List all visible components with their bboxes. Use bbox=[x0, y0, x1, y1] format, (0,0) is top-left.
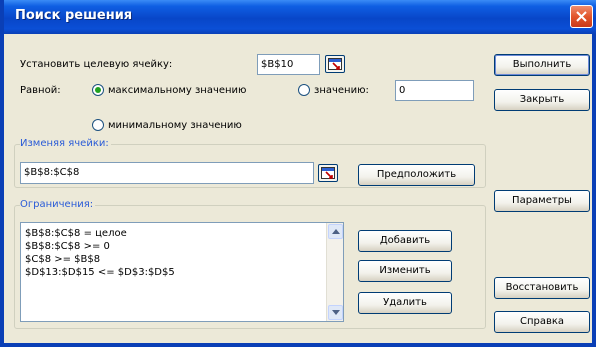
max-value-label: максимальному значению bbox=[108, 85, 247, 96]
changing-cells-label: Изменяя ячейки: bbox=[20, 138, 111, 150]
value-of-radio[interactable] bbox=[298, 84, 310, 96]
equal-to-label: Равной: bbox=[20, 85, 61, 96]
target-cell-picker-button[interactable] bbox=[325, 55, 345, 73]
scroll-up-button[interactable] bbox=[328, 224, 343, 239]
constraints-scrollbar[interactable] bbox=[326, 223, 343, 321]
changing-cells-input[interactable]: $B$8:$C$8 bbox=[20, 162, 314, 184]
scroll-down-button[interactable] bbox=[328, 305, 343, 320]
list-item[interactable]: $C$8 >= $B$8 bbox=[25, 254, 100, 266]
chevron-down-icon bbox=[332, 310, 340, 315]
changing-cells-picker-button[interactable] bbox=[318, 164, 338, 182]
list-item[interactable]: $D$13:$D$15 <= $D$3:$D$5 bbox=[25, 267, 175, 279]
list-item[interactable]: $B$8:$C$8 = целое bbox=[25, 228, 127, 240]
options-button[interactable]: Параметры bbox=[494, 190, 590, 212]
target-cell-input[interactable]: $B$10 bbox=[257, 54, 320, 75]
close-icon bbox=[576, 11, 587, 22]
value-of-label: значению: bbox=[314, 85, 369, 96]
cell-select-icon bbox=[321, 167, 335, 179]
min-value-label: минимальному значению bbox=[108, 120, 242, 131]
close-window-button[interactable] bbox=[570, 5, 593, 28]
chevron-up-icon bbox=[332, 229, 340, 234]
title-bar[interactable]: Поиск решения bbox=[4, 0, 596, 34]
add-constraint-button[interactable]: Добавить bbox=[358, 230, 452, 252]
value-of-input[interactable]: 0 bbox=[395, 80, 474, 101]
target-cell-label: Установить целевую ячейку: bbox=[20, 59, 173, 70]
guess-button[interactable]: Предположить bbox=[358, 164, 475, 186]
constraints-list[interactable]: $B$8:$C$8 = целое $B$8:$C$8 >= 0 $C$8 >=… bbox=[20, 222, 344, 322]
min-value-radio[interactable] bbox=[92, 119, 104, 131]
help-button[interactable]: Справка bbox=[494, 311, 590, 333]
max-value-radio[interactable] bbox=[92, 84, 104, 96]
window-title: Поиск решения bbox=[15, 8, 133, 23]
close-button[interactable]: Закрыть bbox=[494, 89, 590, 111]
solve-button[interactable]: Выполнить bbox=[494, 54, 590, 76]
reset-all-button[interactable]: Восстановить bbox=[494, 277, 590, 299]
constraints-label: Ограничения: bbox=[20, 199, 96, 211]
change-constraint-button[interactable]: Изменить bbox=[358, 260, 452, 282]
list-item[interactable]: $B$8:$C$8 >= 0 bbox=[25, 241, 110, 253]
delete-constraint-button[interactable]: Удалить bbox=[358, 292, 452, 314]
solver-dialog: Поиск решения Установить целевую ячейку:… bbox=[0, 0, 596, 347]
cell-select-icon bbox=[328, 58, 342, 70]
